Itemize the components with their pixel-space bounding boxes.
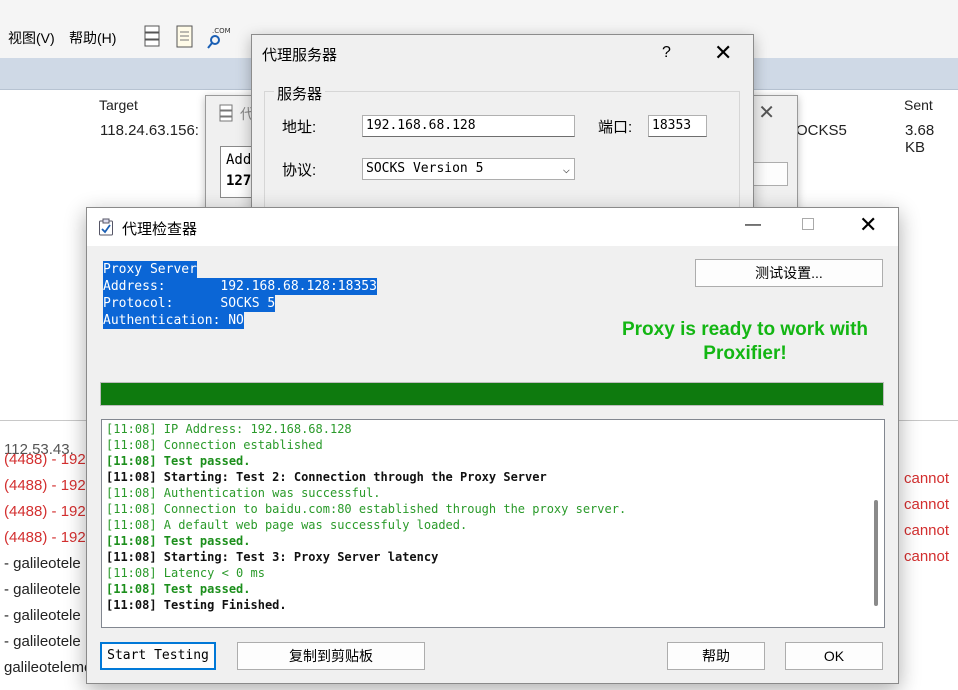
- menu-view[interactable]: 视图(V): [8, 28, 55, 48]
- protocol-select[interactable]: SOCKS Version 5 ⌵: [362, 158, 575, 180]
- row-target[interactable]: 118.24.63.156:: [100, 122, 199, 139]
- summary-line: Address: 192.168.68.128:18353: [103, 278, 377, 295]
- help-button[interactable]: ?: [662, 44, 671, 62]
- help-button[interactable]: 帮助: [667, 642, 765, 670]
- log-entry: [11:08] Starting: Test 2: Connection thr…: [106, 470, 547, 484]
- log-entry: [11:08] Testing Finished.: [106, 598, 287, 612]
- progress-fill: [101, 383, 883, 405]
- log-line[interactable]: - galileotele: [4, 555, 81, 572]
- row-proxy[interactable]: OCKS5: [796, 122, 847, 139]
- column-sent[interactable]: Sent: [904, 97, 933, 113]
- start-testing-button[interactable]: Start Testing: [100, 642, 216, 670]
- proxy-server-dialog: 代理服务器 ? ✕ 服务器 地址: 192.168.68.128 端口: 183…: [251, 34, 754, 212]
- log-entry: [11:08] Authentication was successful.: [106, 486, 381, 500]
- summary-line: Authentication: NO: [103, 312, 244, 329]
- log-line-fragment[interactable]: cannot: [904, 470, 949, 487]
- scrollbar[interactable]: [870, 420, 884, 627]
- copy-to-clipboard-button[interactable]: 复制到剪贴板: [237, 642, 425, 670]
- chevron-down-icon: ⌵: [562, 162, 570, 176]
- proxy-checker-dialog: 代理检查器 — ✕ Proxy Server Address: 192.168.…: [86, 207, 899, 684]
- summary-line: Protocol: SOCKS 5: [103, 295, 276, 312]
- log-line[interactable]: (4488) - 192: [4, 503, 86, 520]
- log-entry: [11:08] Test passed.: [106, 454, 251, 468]
- log-entry: [11:08] Starting: Test 3: Proxy Server l…: [106, 550, 439, 564]
- dialog-title: 代理检查器: [122, 221, 198, 238]
- log-entry: [11:08] Test passed.: [106, 582, 251, 596]
- status-message: Proxy is ready to work with Proxifier!: [621, 319, 869, 364]
- log-entry: [11:08] Latency < 0 ms: [106, 566, 265, 580]
- close-icon[interactable]: ✕: [714, 40, 732, 66]
- test-settings-button[interactable]: 测试设置...: [695, 259, 883, 287]
- document-icon[interactable]: [173, 24, 197, 50]
- dialog-title: 代理服务器: [262, 47, 338, 64]
- log-entry: [11:08] A default web page was successfu…: [106, 518, 468, 532]
- log-line[interactable]: - galileotele: [4, 633, 81, 650]
- row-sent[interactable]: 3.68 KB: [905, 122, 958, 156]
- log-line[interactable]: (4488) - 192: [4, 451, 86, 468]
- log-line-fragment[interactable]: cannot: [904, 522, 949, 539]
- scrollbar-thumb[interactable]: [874, 500, 878, 606]
- clipboard-check-icon: [99, 218, 113, 236]
- log-entry: [11:08] Test passed.: [106, 534, 251, 548]
- column-target[interactable]: Target: [99, 97, 138, 113]
- title-bar: 代理检查器 — ✕: [87, 208, 898, 246]
- port-label: 端口:: [598, 119, 633, 136]
- close-icon[interactable]: ✕: [859, 212, 877, 238]
- group-title: 服务器: [274, 83, 326, 104]
- maximize-button[interactable]: [802, 218, 814, 230]
- protocol-value: SOCKS Version 5: [366, 161, 484, 176]
- list-header-address: Add: [226, 152, 252, 168]
- ok-button[interactable]: OK: [785, 642, 883, 670]
- list-item-address[interactable]: 127: [226, 173, 251, 189]
- port-field[interactable]: 18353: [648, 115, 707, 137]
- close-icon[interactable]: ✕: [758, 100, 775, 125]
- progress-bar: [100, 382, 884, 406]
- test-log[interactable]: [11:08] IP Address: 192.168.68.128 [11:08…: [101, 419, 885, 628]
- address-field[interactable]: 192.168.68.128: [362, 115, 575, 137]
- log-entry: [11:08] IP Address: 192.168.68.128: [106, 422, 352, 436]
- menu-help[interactable]: 帮助(H): [69, 28, 116, 48]
- svg-text:.COM: .COM: [212, 27, 230, 35]
- log-line[interactable]: (4488) - 192: [4, 477, 86, 494]
- dns-lookup-icon[interactable]: .COM: [206, 24, 230, 50]
- log-line-fragment[interactable]: cannot: [904, 548, 949, 565]
- summary-line: Proxy Server: [103, 261, 197, 278]
- server-icon[interactable]: [140, 24, 164, 50]
- protocol-label: 协议:: [282, 162, 317, 179]
- log-line[interactable]: - galileotele: [4, 607, 81, 624]
- log-line-fragment[interactable]: cannot: [904, 496, 949, 513]
- log-entry: [11:08] Connection established: [106, 438, 323, 452]
- minimize-button[interactable]: —: [745, 216, 761, 234]
- log-line[interactable]: (4488) - 192: [4, 529, 86, 546]
- server-group: [264, 91, 740, 209]
- log-entry: [11:08] Connection to baidu.com:80 estab…: [106, 502, 627, 516]
- address-label: 地址:: [282, 119, 317, 136]
- server-icon: [219, 104, 233, 122]
- log-line[interactable]: - galileotele: [4, 581, 81, 598]
